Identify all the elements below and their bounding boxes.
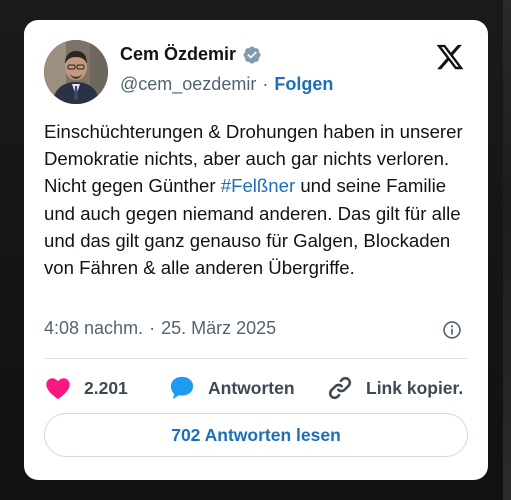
background-edge — [503, 0, 511, 500]
handle-row: @cem_oezdemir · Folgen — [120, 74, 333, 95]
tweet-text: Einschüchterungen & Drohungen haben in u… — [44, 118, 474, 281]
author-name-row: Cem Özdemir — [120, 44, 262, 65]
avatar-photo — [44, 40, 108, 104]
heart-icon — [46, 378, 70, 400]
handle-separator: · — [262, 74, 269, 94]
tweet-time: 4:08 nachm. — [44, 318, 144, 338]
x-logo-icon[interactable] — [434, 42, 466, 72]
action-bar: 2.201 Antworten Link kopier. — [44, 370, 468, 406]
read-replies-button[interactable]: 702 Antworten lesen — [44, 413, 468, 457]
timestamp-row[interactable]: 4:08 nachm. · 25. März 2025 — [44, 318, 276, 339]
reply-label: Antworten — [208, 377, 295, 398]
tweet-date: 25. März 2025 — [161, 318, 277, 338]
divider — [44, 358, 468, 359]
info-icon[interactable] — [442, 320, 462, 340]
reply-bubble-icon — [170, 376, 194, 400]
tweet-card: Cem Özdemir @cem_oezdemir · Folgen Einsc… — [24, 20, 488, 480]
avatar[interactable] — [44, 40, 108, 104]
author-handle[interactable]: @cem_oezdemir — [120, 74, 256, 95]
copy-link-button[interactable]: Link kopier. — [326, 370, 463, 406]
verified-badge-icon — [243, 45, 261, 64]
link-icon — [328, 376, 352, 400]
copy-link-label: Link kopier. — [366, 377, 464, 398]
hashtag-link[interactable]: #Felßner — [221, 175, 295, 196]
like-button[interactable]: 2.201 — [44, 370, 128, 406]
follow-button[interactable]: Folgen — [274, 74, 333, 95]
author-name[interactable]: Cem Özdemir — [120, 44, 236, 65]
like-count: 2.201 — [84, 377, 128, 398]
reply-button[interactable]: Antworten — [168, 370, 295, 406]
timestamp-separator: · — [149, 318, 156, 338]
